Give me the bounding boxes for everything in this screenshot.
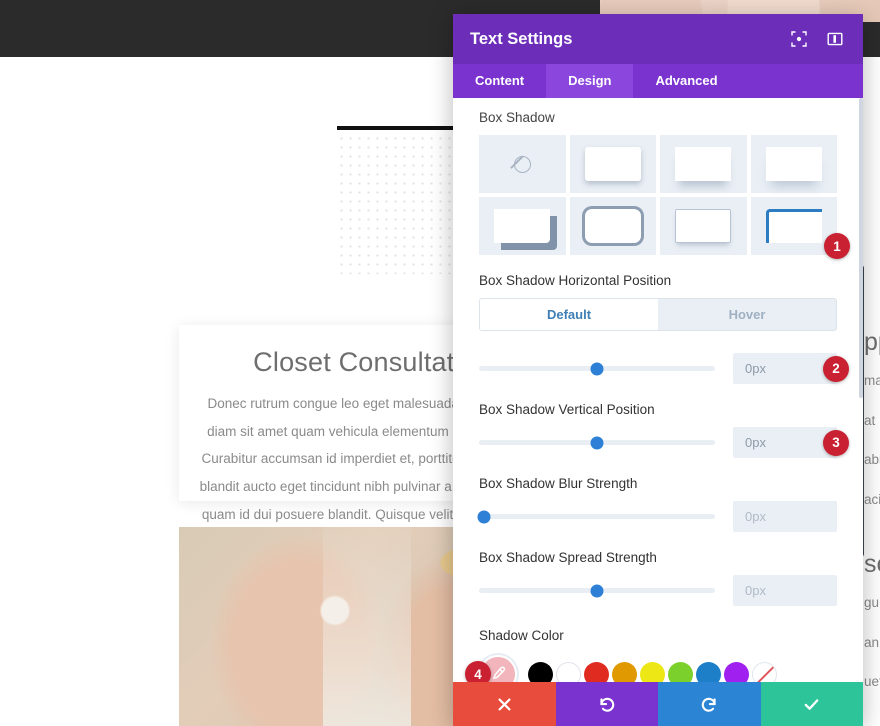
redo-button[interactable]: [658, 682, 761, 726]
right-column-line-2: an: [864, 634, 880, 650]
right-column-line: at: [864, 412, 876, 428]
spread-strength-slider-row: 0px: [479, 575, 837, 606]
modal-title: Text Settings: [470, 29, 573, 48]
blur-strength-slider[interactable]: [477, 510, 715, 523]
no-shadow-icon: [513, 155, 531, 173]
badge-1: 1: [824, 233, 850, 259]
badge-4: 4: [465, 661, 491, 682]
modal-scrollbar[interactable]: [859, 98, 863, 398]
preset-outline-thick[interactable]: [569, 197, 656, 255]
text-settings-modal: Text Settings Content Design Advanced Bo…: [453, 14, 863, 726]
state-hover-button[interactable]: Hover: [658, 299, 836, 330]
horizontal-position-value[interactable]: 0px: [733, 353, 837, 384]
shadow-color-selected[interactable]: 4: [465, 655, 517, 682]
modal-header: Text Settings: [453, 14, 863, 64]
blur-strength-label: Box Shadow Blur Strength: [479, 476, 638, 491]
right-column-line-2: uet: [864, 674, 880, 690]
preset-thin-border[interactable]: [660, 197, 747, 255]
tab-content[interactable]: Content: [453, 64, 546, 98]
undo-button[interactable]: [555, 682, 658, 726]
swatch-green[interactable]: [668, 661, 693, 682]
blur-strength-slider-row: 0px: [477, 501, 837, 532]
blur-strength-value[interactable]: 0px: [733, 501, 837, 532]
panel-layout-icon[interactable]: [824, 28, 846, 50]
right-column-line: ma: [864, 373, 880, 388]
right-column-clipped-2: sc gu an uet: [864, 552, 880, 696]
swatch-white[interactable]: [556, 661, 581, 682]
shadow-color-swatches: 4: [465, 655, 837, 682]
box-shadow-section-label: Box Shadow: [479, 110, 555, 125]
slider-handle[interactable]: [590, 362, 604, 375]
swatch-transparent[interactable]: [752, 661, 777, 682]
badge-2: 2: [823, 355, 849, 382]
vertical-position-slider[interactable]: [479, 436, 715, 449]
spread-strength-slider[interactable]: [479, 584, 715, 597]
box-shadow-preset-grid: 1: [479, 135, 850, 259]
modal-body: Box Shadow 1 Box Shadow Horizontal Posit…: [453, 98, 863, 682]
vertical-position-label: Box Shadow Vertical Position: [479, 402, 655, 417]
swatch-yellow[interactable]: [640, 661, 665, 682]
horizontal-position-slider-row: 0px 2: [479, 353, 849, 384]
right-column-line-2: gu: [864, 595, 880, 610]
spread-strength-label: Box Shadow Spread Strength: [479, 550, 657, 565]
preset-none[interactable]: [479, 135, 566, 193]
preset-offset-corner[interactable]: [479, 197, 566, 255]
modal-footer: [453, 682, 863, 726]
preset-diffuse-bottom[interactable]: [750, 135, 837, 193]
right-column-line: abit: [864, 452, 880, 468]
shadow-color-label: Shadow Color: [479, 628, 564, 643]
right-column-line: acin: [864, 492, 880, 508]
horizontal-position-slider[interactable]: [479, 362, 715, 375]
preset-soft-drop[interactable]: [569, 135, 656, 193]
slider-handle[interactable]: [590, 436, 604, 449]
state-toggle: Default Hover: [479, 298, 837, 331]
slider-handle[interactable]: [477, 510, 491, 523]
swatch-red[interactable]: [584, 661, 609, 682]
swatch-orange[interactable]: [612, 661, 637, 682]
tab-advanced[interactable]: Advanced: [633, 64, 739, 98]
swatch-purple[interactable]: [724, 661, 749, 682]
swatch-blue[interactable]: [696, 661, 721, 682]
right-column-heading: pp: [864, 328, 880, 356]
right-column-clipped: pp ma at abit acin: [864, 330, 880, 514]
save-button[interactable]: [760, 682, 863, 726]
decorative-rule: [337, 126, 465, 130]
swatch-black[interactable]: [528, 661, 553, 682]
modal-tab-bar: Content Design Advanced: [453, 64, 863, 98]
horizontal-position-label: Box Shadow Horizontal Position: [479, 273, 672, 288]
slider-handle[interactable]: [590, 584, 604, 597]
preset-bottom-drop[interactable]: [660, 135, 747, 193]
cancel-button[interactable]: [453, 682, 556, 726]
vertical-position-slider-row: 0px 3: [479, 427, 849, 458]
badge-3: 3: [823, 429, 849, 456]
vertical-position-value[interactable]: 0px: [733, 427, 837, 458]
preset-blue-corner[interactable]: 1: [750, 197, 850, 259]
focus-icon[interactable]: [788, 28, 810, 50]
right-column-heading-2: sc: [864, 550, 880, 578]
dot-pattern-decoration: [337, 134, 459, 274]
state-default-button[interactable]: Default: [480, 299, 658, 330]
tab-design[interactable]: Design: [546, 64, 634, 98]
spread-strength-value[interactable]: 0px: [733, 575, 837, 606]
